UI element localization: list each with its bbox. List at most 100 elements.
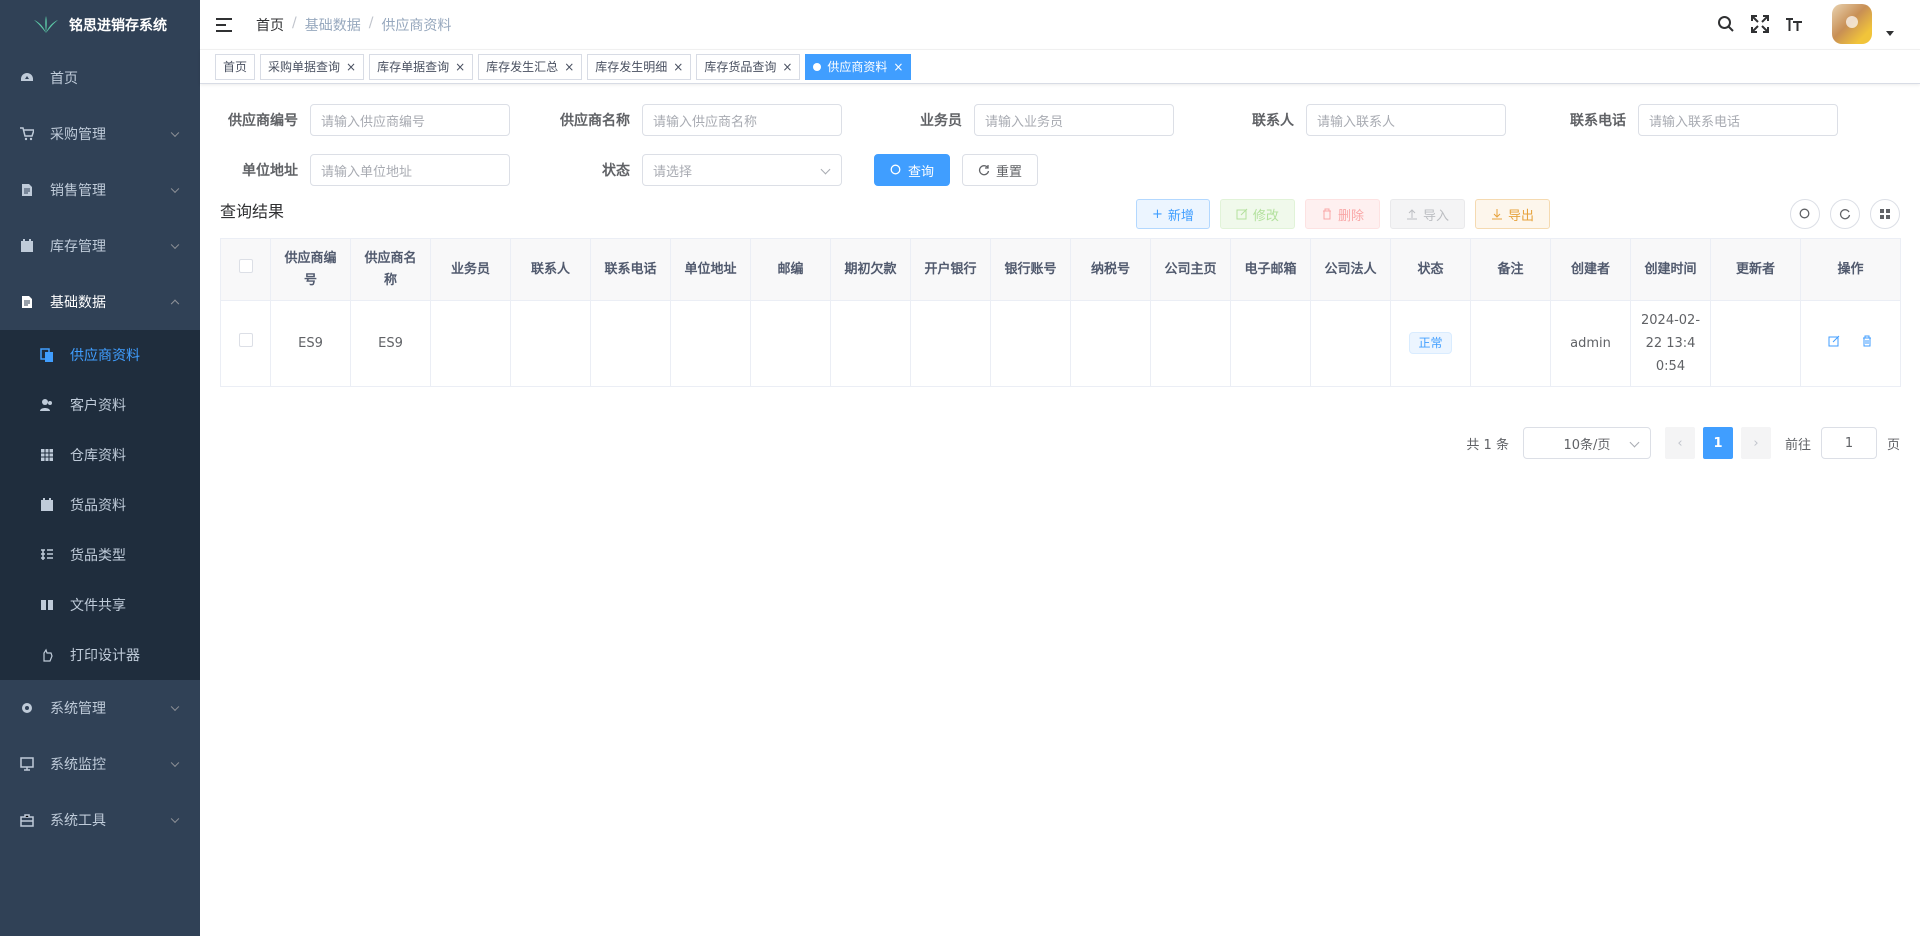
avatar[interactable] [1832, 4, 1872, 44]
close-icon[interactable]: × [346, 60, 356, 74]
search-icon [1799, 208, 1810, 219]
contact-input[interactable]: 请输入联系人 [1306, 104, 1506, 136]
sidebar-item-home[interactable]: 首页 [0, 50, 200, 106]
sidebar-item-label: 系统管理 [50, 701, 106, 717]
table-header-row: 供应商编号 供应商名称 业务员 联系人 联系电话 单位地址 邮编 期初欠款 开户… [220, 238, 1901, 301]
button-label: 导出 [1507, 208, 1534, 224]
close-icon[interactable]: × [455, 60, 465, 74]
table-tools [1790, 199, 1900, 229]
tag-stock-detail[interactable]: 库存发生明细 × [587, 53, 692, 80]
supplier-name-input[interactable]: 请输入供应商名称 [642, 104, 842, 136]
close-icon[interactable]: × [782, 60, 792, 74]
address-input[interactable]: 请输入单位地址 [310, 154, 510, 186]
sidebar-item-basic-data[interactable]: 基础数据 [0, 274, 200, 330]
sidebar-item-supplier[interactable]: 供应商资料 [0, 330, 200, 380]
fullscreen-icon[interactable] [1750, 14, 1770, 34]
hamburger-icon[interactable] [216, 17, 234, 32]
close-icon[interactable]: × [893, 60, 903, 74]
font-size-icon[interactable] [1784, 14, 1804, 34]
sidebar-item-goods[interactable]: 货品资料 [0, 480, 200, 530]
sidebar-item-label: 销售管理 [50, 183, 106, 199]
column-header: 期初欠款 [830, 238, 911, 301]
prev-page-button[interactable]: ‹ [1664, 427, 1695, 459]
phone-input[interactable]: 请输入联系电话 [1638, 104, 1838, 136]
sidebar-item-label: 系统监控 [50, 757, 106, 773]
export-button[interactable]: 导出 [1474, 199, 1550, 229]
search-form-row: 单位地址 请输入单位地址 状态 请选择 查询 重置 [220, 154, 1900, 186]
column-header: 银行账号 [990, 238, 1071, 301]
chevron-down-icon [170, 184, 180, 194]
column-header: 公司法人 [1310, 238, 1391, 301]
columns-button[interactable] [1870, 199, 1900, 229]
cart-icon [20, 127, 34, 141]
status-select[interactable]: 请选择 [642, 154, 842, 186]
sidebar-item-sales[interactable]: 销售管理 [0, 162, 200, 218]
goto-input[interactable]: 1 [1820, 427, 1877, 459]
tag-stock-summary[interactable]: 库存发生汇总 × [478, 53, 583, 80]
sidebar-item-inventory[interactable]: 库存管理 [0, 218, 200, 274]
form-item-contact: 联系人 请输入联系人 [1216, 104, 1506, 136]
cell-phone [590, 300, 671, 387]
tag-stock-goods[interactable]: 库存货品查询 × [696, 53, 801, 80]
supplier-code-input[interactable]: 请输入供应商编号 [310, 104, 510, 136]
form-item-phone: 联系电话 请输入联系电话 [1548, 104, 1838, 136]
toggle-search-button[interactable] [1790, 199, 1820, 229]
delete-icon[interactable] [1861, 335, 1873, 347]
supplier-table: 供应商编号 供应商名称 业务员 联系人 联系电话 单位地址 邮编 期初欠款 开户… [220, 238, 1901, 387]
breadcrumb: 首页 / 基础数据 / 供应商资料 [256, 15, 451, 35]
button-label: 导入 [1422, 208, 1449, 224]
tag-supplier[interactable]: 供应商资料 × [805, 53, 912, 80]
search-button[interactable]: 查询 [874, 154, 951, 186]
tag-home[interactable]: 首页 [215, 53, 256, 80]
refresh-button[interactable] [1830, 199, 1860, 229]
goto-label: 前往 [1784, 437, 1811, 453]
edit-button[interactable]: 修改 [1219, 199, 1295, 229]
reset-button[interactable]: 重置 [962, 154, 1039, 186]
column-header: 备注 [1470, 238, 1551, 301]
sidebar-item-system[interactable]: 系统管理 [0, 680, 200, 736]
tag-stock-query[interactable]: 库存单据查询 × [369, 53, 474, 80]
close-icon[interactable]: × [673, 60, 683, 74]
breadcrumb-home[interactable]: 首页 [256, 15, 284, 35]
close-icon[interactable]: × [564, 60, 574, 74]
book-icon [40, 598, 54, 612]
sidebar-item-goods-type[interactable]: 货品类型 [0, 530, 200, 580]
sidebar-item-customer[interactable]: 客户资料 [0, 380, 200, 430]
caret-down-icon[interactable] [1886, 30, 1894, 36]
form-item-name: 供应商名称 请输入供应商名称 [552, 104, 842, 136]
tag-purchase-query[interactable]: 采购单据查询 × [260, 53, 365, 80]
section-title: 查询结果 [220, 202, 285, 221]
tags-view: 首页 采购单据查询 × 库存单据查询 × 库存发生汇总 × 库存发生明细 × 库存货品查… [200, 50, 1920, 84]
page-size-select[interactable]: 10条/页 [1522, 427, 1651, 459]
active-dot-icon [813, 62, 822, 71]
cell-updater [1710, 300, 1801, 387]
sidebar-item-tools[interactable]: 系统工具 [0, 792, 200, 848]
search-icon[interactable] [1716, 14, 1736, 34]
import-button[interactable]: 导入 [1389, 199, 1465, 229]
sidebar-item-file-share[interactable]: 文件共享 [0, 580, 200, 630]
navbar: 首页 / 基础数据 / 供应商资料 [200, 0, 1920, 50]
column-header: 状态 [1390, 238, 1471, 301]
download-icon [1491, 209, 1502, 220]
column-header: 开户银行 [910, 238, 991, 301]
delete-button[interactable]: 删除 [1304, 199, 1380, 229]
next-page-button[interactable]: › [1740, 427, 1771, 459]
tag-label: 库存发生明细 [595, 60, 668, 74]
column-header: 单位地址 [670, 238, 751, 301]
sidebar-item-purchase[interactable]: 采购管理 [0, 106, 200, 162]
sidebar-item-monitor[interactable]: 系统监控 [0, 736, 200, 792]
chevron-down-icon [170, 240, 180, 250]
sidebar-item-label: 货品资料 [70, 498, 126, 514]
row-checkbox[interactable] [238, 333, 253, 347]
toolbox-icon [20, 813, 34, 827]
form-label: 业务员 [920, 113, 962, 129]
add-button[interactable]: + 新增 [1136, 199, 1210, 229]
salesman-input[interactable]: 请输入业务员 [974, 104, 1174, 136]
page-number[interactable]: 1 [1702, 427, 1733, 459]
select-all-checkbox[interactable] [238, 258, 253, 273]
sidebar-item-warehouse[interactable]: 仓库资料 [0, 430, 200, 480]
sidebar-item-print-designer[interactable]: 打印设计器 [0, 630, 200, 680]
app-logo[interactable]: 铭思进销存系统 [0, 0, 200, 50]
table-row[interactable]: ES9 ES9 正常 admin 2024-02-22 13:40:54 [220, 300, 1901, 387]
edit-icon[interactable] [1828, 335, 1840, 347]
